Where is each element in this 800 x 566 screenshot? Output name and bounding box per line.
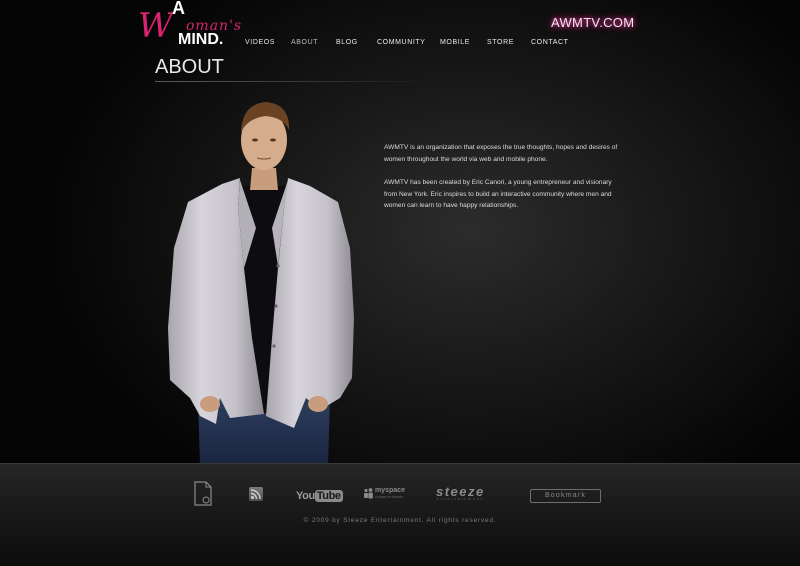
steeze-tagline: entertainment (436, 497, 485, 501)
nav-item-mobile[interactable]: MOBILE (440, 39, 470, 46)
page-title: ABOUT (155, 56, 224, 78)
steeze-logo[interactable]: steeze entertainment (436, 484, 485, 501)
nav-item-blog[interactable]: BLOG (336, 39, 358, 46)
nav-item-videos[interactable]: VIDEOS (245, 39, 275, 46)
nav-item-about[interactable]: ABOUT (291, 39, 318, 46)
logo-a-letter: A (172, 0, 185, 18)
bookmark-button[interactable]: Bookmark (530, 489, 601, 503)
footer (0, 463, 800, 566)
myspace-name: myspace (375, 487, 405, 494)
myspace-people-icon (364, 488, 373, 499)
site-url: AWMTV.COM (551, 15, 635, 30)
logo-mind-text: MIND. (178, 31, 224, 48)
rss-icon[interactable] (249, 487, 263, 501)
nav-item-contact[interactable]: CONTACT (531, 39, 569, 46)
nav-item-store[interactable]: STORE (487, 39, 514, 46)
youtube-tube-text: Tube (314, 490, 343, 502)
youtube-logo[interactable]: You Tube (296, 486, 343, 504)
myspace-tagline: a place for friends (375, 495, 403, 499)
about-paragraph: AWMTV has been created by Eric Canori, a… (384, 179, 612, 209)
about-copy: AWMTV is an organization that exposes th… (384, 142, 624, 224)
nav-item-community[interactable]: COMMUNITY (377, 39, 426, 46)
about-paragraph: AWMTV is an organization that exposes th… (384, 144, 618, 163)
logo-w-letter: W (138, 6, 173, 46)
myspace-logo[interactable]: myspace a place for friends (363, 487, 413, 501)
document-icon[interactable] (193, 481, 213, 506)
founder-portrait (168, 102, 354, 464)
copyright-notice: © 2009 by Steeze Entertainment. All righ… (303, 517, 497, 524)
site-logo[interactable]: W A oman's MIND. (138, 0, 241, 49)
youtube-you-text: You (296, 490, 315, 502)
title-divider (155, 81, 425, 82)
